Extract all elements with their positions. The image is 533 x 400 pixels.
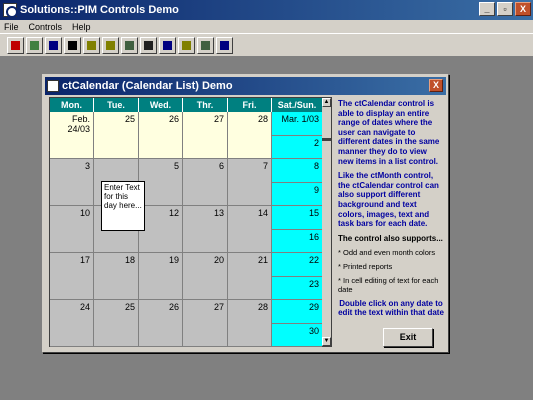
header-thr: Thr.	[183, 98, 228, 112]
toolbar-button-10[interactable]	[178, 36, 195, 54]
calendar-scrollbar[interactable]: ▲ ▼	[322, 98, 331, 346]
toolbar-button-12[interactable]	[216, 36, 233, 54]
desc-bullet-1: * Odd and even month colors	[338, 248, 436, 258]
saturday-cell[interactable]: Mar. 1/03	[272, 112, 322, 136]
header-fri: Fri.	[228, 98, 272, 112]
toolbar-button-7[interactable]	[121, 36, 138, 54]
day-cell[interactable]: 5	[139, 159, 183, 206]
day-cell[interactable]: 7	[228, 159, 272, 206]
desc-paragraph-4: Double click on any date to edit the tex…	[338, 298, 444, 318]
day-cell[interactable]: 3	[50, 159, 94, 206]
sunday-cell[interactable]: 2	[272, 135, 322, 159]
sunday-cell[interactable]: 30	[272, 323, 322, 347]
calendar-month-icon	[30, 40, 39, 50]
saturday-cell[interactable]: 29	[272, 300, 322, 324]
schedule-icon	[163, 40, 172, 50]
day-cell[interactable]: 20	[183, 253, 228, 300]
toolbar	[0, 33, 533, 57]
close-button[interactable]: X	[515, 2, 531, 16]
menu-bar: File Controls Help	[0, 20, 533, 33]
grid-icon	[144, 40, 153, 50]
toolbar-button-6[interactable]	[102, 36, 119, 54]
dialog-title-bar: ctCalendar (Calendar List) Demo X	[45, 77, 446, 95]
day-cell[interactable]: Feb. 24/03	[50, 112, 94, 159]
day-cell[interactable]: 26	[139, 112, 183, 159]
desc-paragraph-1: The ctCalendar control is able to displa…	[338, 99, 440, 166]
header-weekend: Sat./Sun.	[272, 98, 322, 112]
sunday-cell[interactable]: 23	[272, 276, 322, 300]
dialog-title: ctCalendar (Calendar List) Demo	[62, 80, 233, 92]
day-cell[interactable]: 6	[183, 159, 228, 206]
saturday-cell[interactable]: 22	[272, 253, 322, 277]
app-icon	[3, 3, 18, 18]
app-title-bar: Solutions::PIM Controls Demo _ ▫ X	[0, 0, 533, 20]
day-cell[interactable]: 26	[139, 300, 183, 347]
sunday-cell[interactable]: 16	[272, 229, 322, 253]
day-cell[interactable]: 12	[139, 206, 183, 253]
desc-supports-heading: The control also supports...	[338, 233, 443, 243]
toolbar-button-11[interactable]	[197, 36, 214, 54]
day-view-icon	[125, 40, 134, 50]
list-icon	[220, 40, 229, 50]
day-cell[interactable]: 13	[183, 206, 228, 253]
desc-bullet-3: * In cell editing of text for each date	[338, 275, 439, 295]
day-cell[interactable]: 18	[94, 253, 139, 300]
toolbar-button-2[interactable]	[26, 36, 43, 54]
day-edit-textbox[interactable]: Enter Text for this day here...	[101, 181, 145, 231]
header-wed: Wed.	[139, 98, 183, 112]
dialog-close-button[interactable]: X	[429, 79, 443, 92]
sunday-cell[interactable]: 9	[272, 182, 322, 206]
toolbar-button-8[interactable]	[140, 36, 157, 54]
maximize-button[interactable]: ▫	[497, 2, 513, 16]
calendar-header: Mon. Tue. Wed. Thr. Fri. Sat./Sun.	[50, 98, 331, 112]
day-cell[interactable]: 17	[50, 253, 94, 300]
calendar-list[interactable]: Mon. Tue. Wed. Thr. Fri. Sat./Sun. Feb. …	[49, 97, 332, 347]
menu-help[interactable]: Help	[72, 22, 91, 32]
saturday-cell[interactable]: 15	[272, 206, 322, 230]
day-cell[interactable]: 25	[94, 300, 139, 347]
menu-controls[interactable]: Controls	[29, 22, 63, 32]
scroll-thumb[interactable]	[322, 138, 331, 141]
desc-paragraph-2: Like the ctMonth control, the ctCalendar…	[338, 171, 439, 229]
toolbar-button-5[interactable]	[83, 36, 100, 54]
hourglass-icon	[68, 40, 77, 50]
toolbar-button-9[interactable]	[159, 36, 176, 54]
day-cell[interactable]: 24	[50, 300, 94, 347]
calendar-list-icon	[87, 40, 96, 50]
app-title: Solutions::PIM Controls Demo	[20, 4, 179, 16]
day-cell[interactable]: 10	[50, 206, 94, 253]
number-icon	[182, 40, 191, 50]
day-cell[interactable]: 27	[183, 300, 228, 347]
exit-button[interactable]: Exit	[383, 328, 433, 347]
minimize-button[interactable]: _	[479, 2, 495, 16]
header-mon: Mon.	[50, 98, 94, 112]
header-tue: Tue.	[94, 98, 139, 112]
pim-icon	[49, 40, 58, 50]
toolbar-button-3[interactable]	[45, 36, 62, 54]
scroll-down-icon[interactable]: ▼	[322, 337, 331, 346]
scroll-up-icon[interactable]: ▲	[322, 98, 331, 107]
window-icon	[201, 40, 210, 50]
day-cell[interactable]: 25	[94, 112, 139, 159]
day-cell[interactable]: 14	[228, 206, 272, 253]
calendar-red-icon	[11, 40, 20, 50]
menu-file[interactable]: File	[4, 22, 19, 32]
dialog-icon	[47, 80, 59, 92]
day-cell[interactable]: 28	[228, 300, 272, 347]
saturday-cell[interactable]: 8	[272, 159, 322, 183]
day-cell[interactable]: 28	[228, 112, 272, 159]
toolbar-button-1[interactable]	[7, 36, 24, 54]
calendar-demo-dialog: ctCalendar (Calendar List) Demo X Mon. T…	[42, 74, 449, 353]
toolbar-button-4[interactable]	[64, 36, 81, 54]
description-panel: The ctCalendar control is able to displa…	[338, 99, 444, 323]
day-cell[interactable]: 19	[139, 253, 183, 300]
desc-bullet-2: * Printed reports	[338, 261, 393, 271]
day-cell[interactable]: 27	[183, 112, 228, 159]
day-cell[interactable]: 21	[228, 253, 272, 300]
year-view-icon	[106, 40, 115, 50]
